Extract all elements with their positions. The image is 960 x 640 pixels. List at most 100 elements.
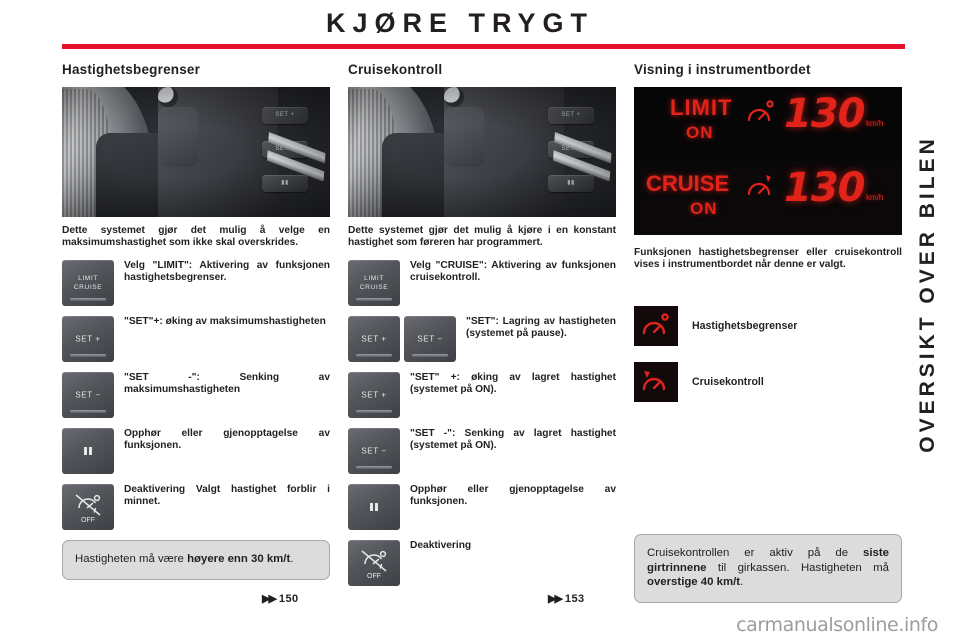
instruction-text: Opphør eller gjenopptagelse av funksjone… [410,483,616,508]
instruction-text: "SET"+: øking av maksimumshastigheten [124,315,326,327]
note-part2: til girkassen. Hastigheten må [706,561,889,574]
manual-page: KJØRE TRYGT OVERSIKT OVER BILEN Hastighe… [0,0,960,640]
icon-label-line2: CRUISE [359,283,389,291]
button-ridge [356,465,392,469]
cruise-control-gauge-icon [747,175,771,196]
legend-label: Hastighetsbegrenser [692,319,798,332]
cruise-note-box: Cruisekontrollen er aktiv på de siste gi… [634,534,902,603]
page-ref-limiter[interactable]: ▶▶ 150 [262,592,298,605]
page-ref-arrow-icon: ▶▶ [262,593,277,605]
button-ridge [70,297,106,301]
note-bold: høyere enn 30 km/t [187,553,291,565]
icon-label: SET + [361,334,387,344]
button-ridge [70,409,106,413]
note-part1: Cruisekontrollen er aktiv på de [647,547,864,559]
instruction-row: OFF Deaktivering [348,539,616,586]
set-minus-button-icon: SET − [348,427,400,474]
led-limit-label: LIMIT [670,95,733,120]
column-heading-display: Visning i instrumentbordet [634,62,811,77]
speed-limiter-gauge-icon [747,100,774,122]
column-speed-limiter: Hastighetsbegrenser SET + SET − ▮▮ Dette… [62,62,330,580]
speed-limiter-glyph-icon [642,313,669,335]
set-minus-button-icon: SET − [62,371,114,418]
page-ref-number: 150 [278,593,299,605]
led-limit-state: ON [686,123,714,142]
steering-wheel-controls-photo-cruise: SET + SET − ▮▮ [348,87,616,217]
cruise-arrow-icon [766,175,771,182]
pause-button-icon [62,427,114,474]
instruction-row: SET − "SET -": Senking av lagret hastigh… [348,427,616,474]
instruction-text: Opphør eller gjenopptagelse av funksjone… [124,427,330,452]
legend-label: Cruisekontroll [692,375,764,388]
instruction-row: SET − "SET -": Senking av maksimumshasti… [62,371,330,418]
led-cruise-unit: km/h [866,193,884,202]
led-limit-unit: km/h [866,119,884,128]
instruction-row: SET + "SET" +: øking av lagret hastighet… [348,371,616,418]
icon-label-line1: LIMIT [78,274,98,282]
set-minus-button-icon: SET − [404,315,456,362]
instruction-row: LIMIT CRUISE Velg "CRUISE": Aktivering a… [348,259,616,306]
speed-off-glyph-icon: OFF [75,494,101,524]
led-cruise-label: CRUISE [646,171,730,196]
set-plus-button-icon: SET + [62,315,114,362]
set-plus-and-set-minus-buttons-icon: SET + SET − [348,315,456,362]
display-intro-text: Funksjonen hastighetsbegrenser eller cru… [634,247,902,271]
pause-button-icon [348,483,400,530]
instruction-row: LIMIT CRUISE Velg "LIMIT": Aktivering av… [62,259,330,306]
cruise-control-tell-tale-icon [634,361,678,402]
limiter-intro-text: Dette systemet gjør det mulig å velge en… [62,225,330,249]
off-text: OFF [81,517,95,524]
icon-label: SET + [75,334,101,344]
instruction-text: "SET -": Senking av lagret hastighet (sy… [410,427,616,452]
note-prefix: Hastigheten må være [75,553,188,565]
led-row-cruise: CRUISE ON 130 km/h [634,161,902,235]
cruise-intro-text: Dette systemet gjør det mulig å kjøre i … [348,225,616,249]
speed-limiter-tell-tale-icon [634,305,678,346]
button-ridge [412,353,448,357]
page-title: KJØRE TRYGT [325,8,595,38]
instruction-text: Deaktivering Valgt hastighet forblir i m… [124,483,330,508]
led-cruise-state: ON [690,199,718,218]
pause-bars-icon [370,502,378,511]
instruction-text: "SET": Lagring av hastigheten (systemet … [466,315,616,340]
note-bold2: overstige 40 km/t [647,576,741,588]
led-limit-speed: 130 [784,91,865,137]
instruction-row: Opphør eller gjenopptagelse av funksjone… [348,483,616,530]
instruction-text: "SET -": Senking av maksimumshastigheten [124,371,330,396]
instruction-row: Opphør eller gjenopptagelse av funksjone… [62,427,330,474]
note-suffix: . [290,553,294,565]
instrument-cluster-display: LIMIT ON 130 km/h CRUISE ON 130 km/h [634,87,902,235]
instruction-row: OFF Deaktivering Valgt hastighet forblir… [62,483,330,530]
instruction-text: Velg "CRUISE": Aktivering av funksjonen … [410,259,616,284]
column-heading-cruise: Cruisekontroll [348,62,443,77]
limit-cruise-button-icon: LIMIT CRUISE [62,259,114,306]
button-ridge [70,353,106,357]
led-row-limit: LIMIT ON 130 km/h [634,87,902,161]
instruction-text: Deaktivering [410,539,472,551]
pause-bars-icon [84,446,92,455]
page-ref-cruise[interactable]: ▶▶ 153 [548,592,584,605]
limit-cruise-button-icon: LIMIT CRUISE [348,259,400,306]
button-ridge [356,353,392,357]
column-heading-limiter: Hastighetsbegrenser [62,62,201,77]
led-cruise-speed: 130 [784,165,865,211]
site-watermark: carmanualsonline.info [736,614,938,636]
instruction-text: Velg "LIMIT": Aktivering av funksjonen h… [124,259,330,284]
note-part3: . [740,576,744,588]
set-plus-button-icon: SET + [348,371,400,418]
icon-label: SET − [75,390,101,400]
off-text: OFF [367,573,381,580]
title-divider [62,44,905,49]
off-button-icon: OFF [62,483,114,530]
speed-off-glyph-icon: OFF [361,550,387,580]
icon-label: SET − [417,334,443,344]
off-button-icon: OFF [348,539,400,586]
legend-row: Cruisekontroll [634,361,902,402]
page-ref-number: 153 [564,593,585,605]
column-dashboard-display: Visning i instrumentbordet LIMIT ON 130 … [634,62,902,603]
set-plus-button-icon: SET + [348,315,400,362]
photo-vignette [62,87,330,217]
icon-label: SET − [361,446,387,456]
section-tab-label: OVERSIKT OVER BILEN [916,135,939,453]
icon-label-line1: LIMIT [364,274,384,282]
